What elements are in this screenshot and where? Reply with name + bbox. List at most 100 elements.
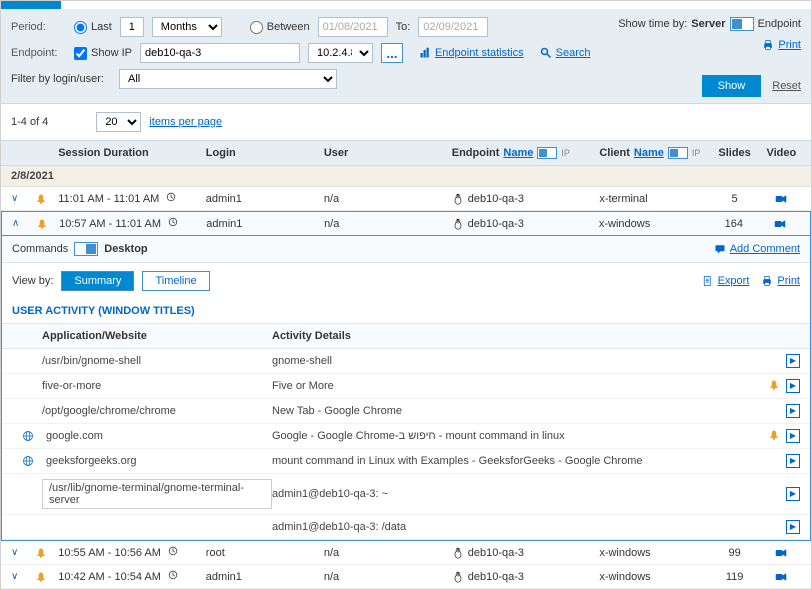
last-count-input[interactable] — [120, 17, 144, 37]
endpoint-name-input[interactable] — [140, 43, 300, 63]
session-client: x-windows — [599, 218, 707, 230]
filter-user-select[interactable]: All — [119, 69, 337, 89]
play-icon[interactable]: ▶ — [786, 487, 800, 501]
last-unit-select[interactable]: Months — [152, 17, 222, 37]
show-ip-input[interactable] — [74, 47, 87, 60]
endpoint-label: Endpoint: — [11, 47, 66, 59]
activity-row: /usr/bin/gnome-shellgnome-shell ▶ — [2, 349, 810, 374]
clock-icon — [168, 547, 178, 559]
session-login: root — [206, 547, 324, 559]
summary-tab[interactable]: Summary — [61, 271, 134, 291]
play-icon[interactable]: ▶ — [786, 429, 800, 443]
period-label: Period: — [11, 21, 66, 33]
session-duration: 11:01 AM - 11:01 AM — [58, 192, 206, 205]
session-endpoint: deb10-qa-3 — [452, 570, 600, 582]
alert-icon — [768, 429, 780, 443]
commands-label: Commands — [12, 243, 68, 255]
page-size-select[interactable]: 20 — [96, 112, 141, 132]
video-icon[interactable] — [762, 546, 801, 558]
show-ip-checkbox[interactable]: Show IP — [74, 47, 132, 60]
search-link[interactable]: Search — [540, 47, 591, 59]
activity-row: google.comGoogle - Google Chrome-חיפוש ב… — [2, 424, 810, 449]
pagination-range: 1-4 of 4 — [11, 116, 48, 128]
session-login: admin1 — [206, 193, 324, 205]
activity-app: geeksforgeeks.org — [12, 455, 272, 467]
expand-icon[interactable]: ∨ — [11, 571, 35, 582]
active-top-tab[interactable] — [1, 1, 61, 9]
activity-app: five-or-more — [12, 380, 272, 392]
activity-details: mount command in Linux with Examples - G… — [272, 455, 740, 467]
alert-icon — [35, 192, 59, 204]
commands-desktop-toggle[interactable] — [74, 242, 98, 256]
session-login: admin1 — [206, 571, 324, 583]
play-icon[interactable]: ▶ — [786, 379, 800, 393]
col-login[interactable]: Login — [206, 147, 324, 159]
period-last-radio[interactable]: Last — [74, 21, 112, 34]
period-between-radio[interactable]: Between — [250, 21, 310, 34]
session-user: n/a — [324, 547, 452, 559]
last-radio-input[interactable] — [74, 21, 87, 34]
video-icon[interactable] — [762, 570, 801, 582]
expand-icon[interactable]: ∨ — [11, 193, 35, 204]
date-to-input — [418, 17, 488, 37]
activity-details: admin1@deb10-qa-3: ~ — [272, 488, 740, 500]
expand-icon[interactable]: ∨ — [11, 547, 35, 558]
expand-icon[interactable]: ∧ — [12, 218, 36, 229]
activity-app: /opt/google/chrome/chrome — [12, 405, 272, 417]
show-time-label: Show time by: — [618, 18, 687, 30]
activity-details: Google - Google Chrome-חיפוש ב - mount c… — [272, 430, 740, 442]
endpoint-ip-select[interactable]: 10.2.4.87 — [308, 43, 373, 63]
date-group-row: 2/8/2021 — [1, 166, 811, 187]
activity-row: five-or-moreFive or More▶ — [2, 374, 810, 399]
print-link[interactable]: Print — [762, 39, 801, 51]
activity-details: gnome-shell — [272, 355, 740, 367]
filter-panel: Period: Last Months Between To: Endpoint… — [1, 9, 811, 104]
timeline-tab[interactable]: Timeline — [142, 271, 209, 291]
session-row[interactable]: ∧10:57 AM - 11:01 AM admin1n/a deb10-qa-… — [1, 211, 811, 236]
play-icon[interactable]: ▶ — [786, 520, 800, 534]
linux-icon — [452, 217, 464, 229]
activity-details: admin1@deb10-qa-3: /data — [272, 521, 740, 533]
play-icon[interactable]: ▶ — [786, 354, 800, 368]
activity-row: geeksforgeeks.orgmount command in Linux … — [2, 449, 810, 474]
session-row[interactable]: ∨10:55 AM - 10:56 AM rootn/a deb10-qa-3x… — [1, 541, 811, 565]
video-icon[interactable] — [762, 192, 801, 204]
add-comment-link[interactable]: Add Comment — [714, 243, 800, 255]
col-slides[interactable]: Slides — [708, 147, 762, 159]
reset-button[interactable]: Reset — [772, 80, 801, 92]
play-icon[interactable]: ▶ — [786, 454, 800, 468]
session-duration: 10:42 AM - 10:54 AM — [58, 570, 206, 583]
activity-app: /usr/lib/gnome-terminal/gnome-terminal-s… — [12, 479, 272, 509]
desktop-label: Desktop — [104, 243, 147, 255]
linux-icon — [452, 192, 464, 204]
session-client: x-windows — [599, 571, 707, 583]
linux-icon — [452, 570, 464, 582]
search-icon — [540, 47, 552, 59]
endpoint-statistics-link[interactable]: Endpoint statistics — [419, 47, 524, 59]
show-button[interactable]: Show — [702, 75, 762, 97]
between-radio-input[interactable] — [250, 21, 263, 34]
activity-row: /usr/lib/gnome-terminal/gnome-terminal-s… — [2, 474, 810, 515]
endpoint-browse-button[interactable]: ... — [381, 43, 403, 63]
session-slides: 99 — [708, 547, 762, 559]
items-per-page-label[interactable]: items per page — [149, 116, 222, 128]
video-icon[interactable] — [761, 217, 800, 229]
alert-icon — [35, 570, 59, 582]
time-toggle[interactable] — [730, 17, 754, 31]
col-video[interactable]: Video — [762, 147, 801, 159]
col-duration[interactable]: Session Duration — [58, 147, 206, 159]
export-link[interactable]: Export — [702, 275, 750, 287]
session-row[interactable]: ∨11:01 AM - 11:01 AM admin1n/a deb10-qa-… — [1, 187, 811, 211]
clock-icon — [168, 571, 178, 583]
clock-icon — [166, 193, 176, 205]
col-user[interactable]: User — [324, 147, 452, 159]
play-icon[interactable]: ▶ — [786, 404, 800, 418]
linux-icon — [452, 546, 464, 558]
endpoint-name-ip-toggle[interactable] — [537, 147, 557, 159]
filter-user-label: Filter by login/user: — [11, 73, 111, 85]
session-row[interactable]: ∨10:42 AM - 10:54 AM admin1n/a deb10-qa-… — [1, 565, 811, 589]
client-name-ip-toggle[interactable] — [668, 147, 688, 159]
detail-print-link[interactable]: Print — [761, 275, 800, 287]
activity-app: /usr/bin/gnome-shell — [12, 355, 272, 367]
session-client: x-windows — [599, 547, 707, 559]
